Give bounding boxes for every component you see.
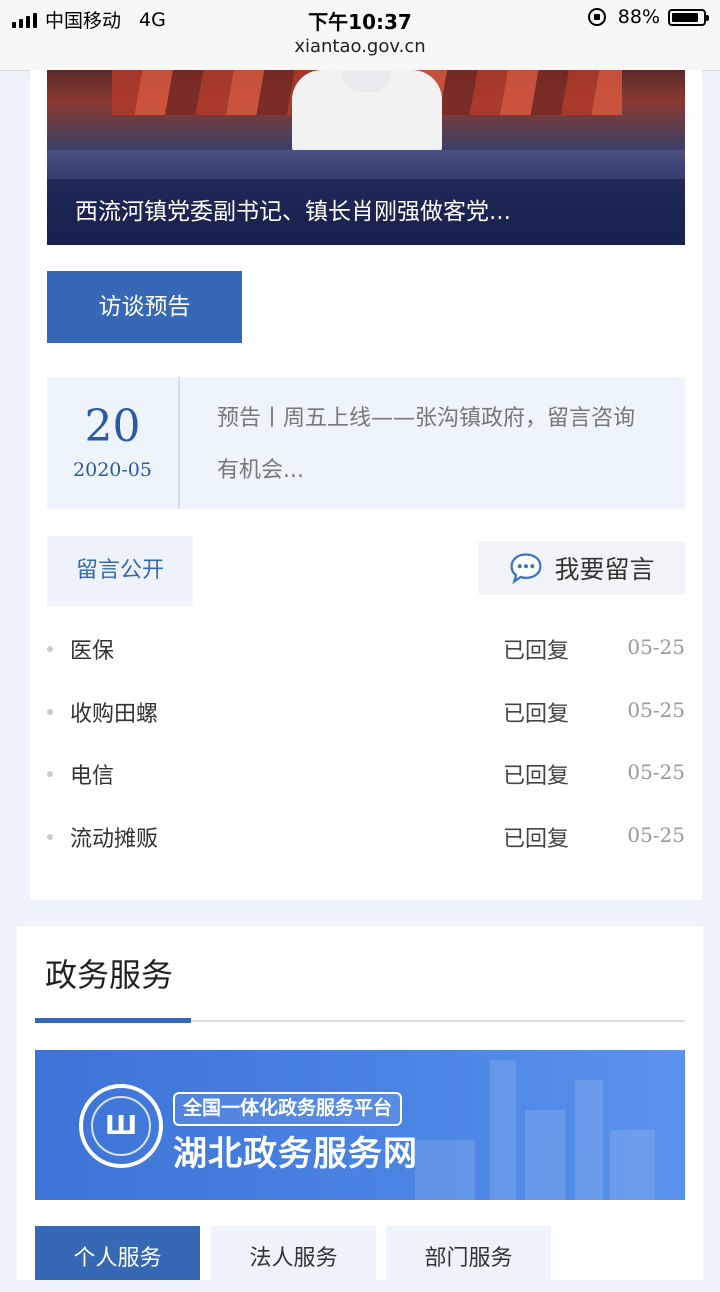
message-title[interactable]: 流动摊贩 <box>70 821 158 853</box>
status-right: 88% <box>587 6 709 28</box>
chat-bubble-icon <box>510 553 543 585</box>
bullet-icon <box>47 771 53 777</box>
hero-image[interactable]: 西流河镇党委副书记、镇长肖刚强做客党... <box>47 70 685 245</box>
tab-department-service[interactable]: 部门服务 <box>386 1226 551 1280</box>
leave-message-label: 我要留言 <box>554 555 655 584</box>
list-item[interactable]: 医保 已回复 05-25 <box>47 617 685 680</box>
interview-preview-button[interactable]: 访谈预告 <box>47 271 242 343</box>
notice-year-month: 2020-05 <box>73 459 152 481</box>
message-status: 已回复 <box>503 639 570 664</box>
message-date: 05-25 <box>627 635 685 659</box>
orientation-lock-icon <box>587 8 606 26</box>
banner-subtitle: 全国一体化政务服务平台 <box>173 1092 403 1126</box>
list-item[interactable]: 收购田螺 已回复 05-25 <box>47 680 685 743</box>
hero-caption[interactable]: 西流河镇党委副书记、镇长肖刚强做客党... <box>47 179 685 245</box>
message-date: 05-25 <box>627 760 685 784</box>
message-title[interactable]: 电信 <box>70 758 114 790</box>
message-title[interactable]: 收购田螺 <box>70 696 158 728</box>
section-title: 政务服务 <box>45 956 174 994</box>
battery-icon <box>668 8 709 26</box>
message-title[interactable]: 医保 <box>70 633 114 665</box>
message-date: 05-25 <box>627 822 685 847</box>
interview-card: 西流河镇党委副书记、镇长肖刚强做客党... 访谈预告 20 2020-05 预告… <box>30 70 702 900</box>
tab-legal-entity-service[interactable]: 法人服务 <box>211 1226 376 1280</box>
message-status: 已回复 <box>503 764 570 789</box>
notice-item[interactable]: 20 2020-05 预告丨周五上线——张沟镇政府，留言咨询有机会... <box>47 377 685 509</box>
message-list: 医保 已回复 05-25 收购田螺 已回复 05-25 电信 已回复 05-25… <box>47 617 685 867</box>
bullet-icon <box>47 708 53 715</box>
notice-day: 20 <box>84 401 141 452</box>
hubei-service-banner[interactable]: Ш 全国一体化政务服务平台 湖北政务服务网 <box>35 1050 685 1200</box>
list-item[interactable]: 流动摊贩 已回复 05-25 <box>47 805 685 868</box>
gov-service-card: 政务服务 Ш 全国一体化政务服务平台 湖北政务服务网 个人服务 法人服务 部门服… <box>17 926 703 1280</box>
section-divider <box>35 1018 685 1023</box>
message-status: 已回复 <box>503 701 570 727</box>
bullet-icon <box>47 833 53 840</box>
battery-percent: 88% <box>617 6 660 28</box>
bullet-icon <box>47 646 53 652</box>
notice-date: 20 2020-05 <box>47 377 180 509</box>
list-item[interactable]: 电信 已回复 05-25 <box>47 742 685 805</box>
notice-text[interactable]: 预告丨周五上线——张沟镇政府，留言咨询有机会... <box>217 393 637 497</box>
address-bar[interactable]: xiantao.gov.cn <box>0 36 720 57</box>
status-bar: 中国移动 4G 下午10:37 88% xiantao.gov.cn <box>0 0 720 71</box>
service-tabs: 个人服务 法人服务 部门服务 <box>35 1226 685 1280</box>
banner-title: 湖北政务服务网 <box>173 1134 418 1174</box>
leave-message-button[interactable]: 我要留言 <box>478 541 685 595</box>
emblem-icon: Ш <box>79 1084 163 1168</box>
section-accent-bar <box>35 1018 191 1023</box>
message-date: 05-25 <box>627 697 685 722</box>
message-status: 已回复 <box>503 826 570 852</box>
tab-public-messages[interactable]: 留言公开 <box>47 536 193 606</box>
tab-personal-service[interactable]: 个人服务 <box>35 1226 200 1280</box>
